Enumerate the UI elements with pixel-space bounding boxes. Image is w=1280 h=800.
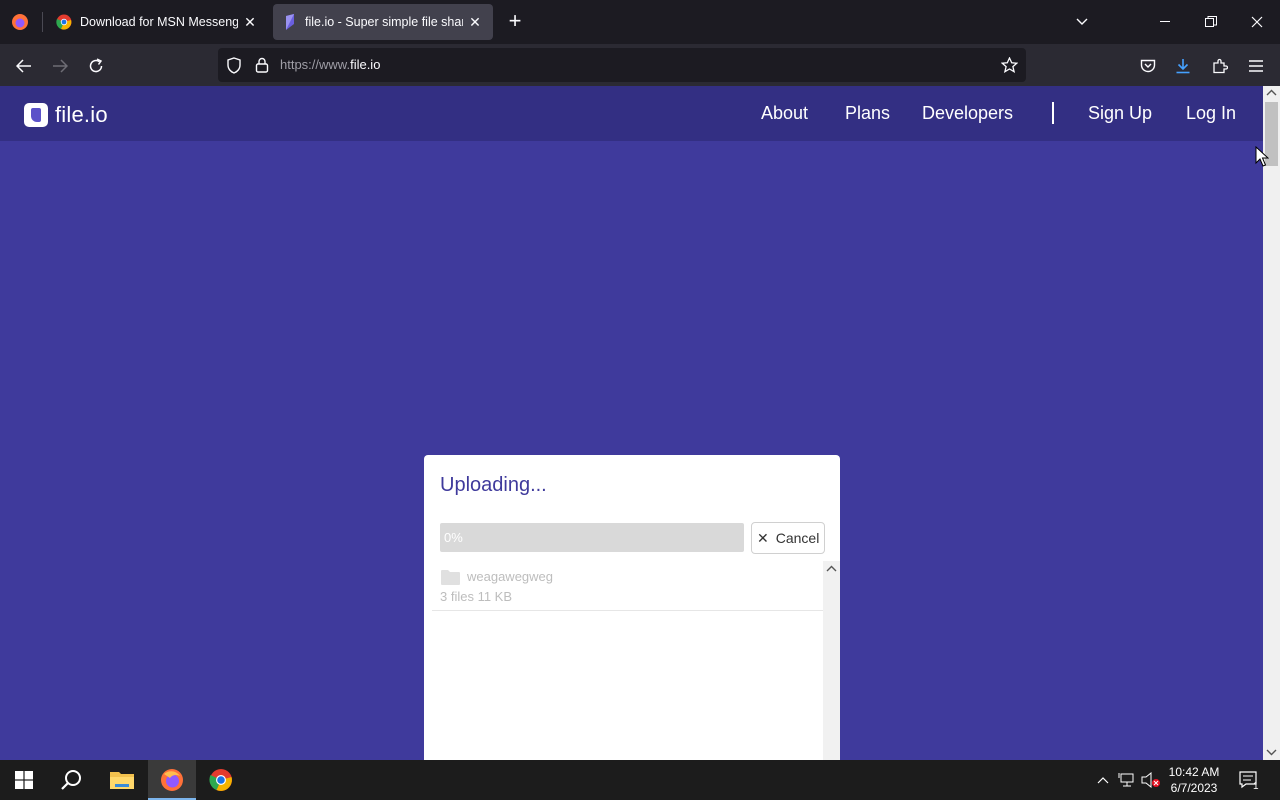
notification-count: 1 bbox=[1253, 781, 1259, 792]
logo-text: file.io bbox=[55, 102, 108, 127]
browser-toolbar: https://www.file.io bbox=[0, 44, 1280, 86]
site-logo[interactable]: file.io bbox=[24, 102, 108, 128]
file-explorer-icon[interactable] bbox=[98, 760, 146, 800]
browser-tab-bar: Download for MSN Messenger ✕ file.io - S… bbox=[0, 0, 1280, 44]
lock-icon[interactable] bbox=[255, 57, 269, 73]
new-tab-button[interactable]: + bbox=[503, 10, 527, 34]
clock-date: 6/7/2023 bbox=[1170, 781, 1218, 795]
cancel-label: Cancel bbox=[775, 530, 820, 546]
downloads-icon[interactable] bbox=[1169, 52, 1197, 80]
nav-login-link[interactable]: Log In bbox=[1186, 103, 1236, 124]
nav-divider bbox=[1052, 102, 1054, 124]
clock-time: 10:42 AM bbox=[1168, 765, 1220, 779]
upload-file-list: weagawegweg 3 files 11 KB bbox=[432, 561, 823, 760]
page-scrollbar[interactable] bbox=[1263, 86, 1280, 760]
windows-taskbar: 10:42 AM 6/7/2023 1 bbox=[0, 760, 1280, 800]
site-header: file.io About Plans Developers Sign Up L… bbox=[0, 86, 1263, 141]
url-bar[interactable]: https://www.file.io bbox=[218, 48, 1026, 82]
chevron-up-icon[interactable] bbox=[1094, 760, 1112, 800]
minimize-button[interactable] bbox=[1151, 8, 1179, 36]
scroll-up-arrow-icon[interactable] bbox=[826, 564, 837, 574]
folder-icon bbox=[441, 570, 460, 585]
restore-button[interactable] bbox=[1197, 8, 1225, 36]
nav-developers-link[interactable]: Developers bbox=[922, 103, 1013, 124]
url-text: https://www.file.io bbox=[280, 57, 381, 72]
tab-msn-messenger[interactable]: Download for MSN Messenger ✕ bbox=[46, 4, 268, 40]
upload-dialog: Uploading... 0% ✕ Cancel weagawegweg 3 f… bbox=[424, 455, 840, 760]
tab-separator bbox=[42, 12, 43, 32]
action-center-icon[interactable]: 1 bbox=[1234, 760, 1264, 800]
close-icon[interactable]: ✕ bbox=[242, 14, 258, 30]
chrome-favicon-icon bbox=[56, 14, 72, 30]
web-page: file.io About Plans Developers Sign Up L… bbox=[0, 86, 1263, 760]
cancel-upload-button[interactable]: ✕ Cancel bbox=[751, 522, 825, 554]
system-clock[interactable]: 10:42 AM 6/7/2023 bbox=[1162, 764, 1226, 796]
tab-file-io[interactable]: file.io - Super simple file sharing ✕ bbox=[273, 4, 493, 40]
file-meta: 3 files 11 KB bbox=[440, 589, 513, 604]
firefox-view-icon[interactable] bbox=[8, 10, 32, 34]
back-arrow-icon[interactable] bbox=[10, 52, 38, 80]
forward-arrow-icon[interactable] bbox=[46, 52, 74, 80]
upload-title: Uploading... bbox=[440, 474, 547, 496]
close-icon[interactable]: ✕ bbox=[467, 14, 483, 30]
windows-start-icon[interactable] bbox=[0, 760, 48, 800]
network-icon[interactable] bbox=[1117, 760, 1137, 800]
nav-about-link[interactable]: About bbox=[761, 103, 808, 124]
close-window-button[interactable] bbox=[1243, 8, 1271, 36]
pocket-icon[interactable] bbox=[1134, 52, 1162, 80]
search-icon[interactable] bbox=[48, 760, 96, 800]
tab-title: Download for MSN Messenger bbox=[80, 15, 238, 29]
file-io-favicon-icon bbox=[286, 14, 294, 30]
volume-muted-icon[interactable] bbox=[1140, 760, 1162, 800]
reload-icon[interactable] bbox=[82, 52, 110, 80]
upload-progress-bar: 0% bbox=[440, 523, 744, 552]
close-icon: ✕ bbox=[757, 529, 769, 546]
hamburger-menu-icon[interactable] bbox=[1242, 52, 1270, 80]
tab-title: file.io - Super simple file sharing bbox=[305, 15, 463, 29]
shield-icon[interactable] bbox=[226, 57, 242, 74]
extensions-icon[interactable] bbox=[1206, 52, 1234, 80]
scroll-up-arrow-icon[interactable] bbox=[1266, 88, 1277, 98]
file-name: weagawegweg bbox=[467, 569, 554, 584]
nav-signup-link[interactable]: Sign Up bbox=[1088, 103, 1152, 124]
list-all-tabs-icon[interactable] bbox=[1068, 8, 1096, 36]
firefox-taskbar-icon[interactable] bbox=[148, 760, 196, 800]
list-item: weagawegweg 3 files 11 KB bbox=[432, 561, 823, 611]
bookmark-star-icon[interactable] bbox=[1001, 57, 1018, 73]
mouse-cursor-icon bbox=[1255, 146, 1269, 167]
chrome-taskbar-icon[interactable] bbox=[197, 760, 245, 800]
file-list-scrollbar[interactable] bbox=[823, 561, 840, 760]
scroll-down-arrow-icon[interactable] bbox=[1266, 747, 1277, 757]
nav-plans-link[interactable]: Plans bbox=[845, 103, 890, 124]
progress-label: 0% bbox=[444, 530, 463, 545]
file-io-logo-icon bbox=[24, 103, 48, 127]
